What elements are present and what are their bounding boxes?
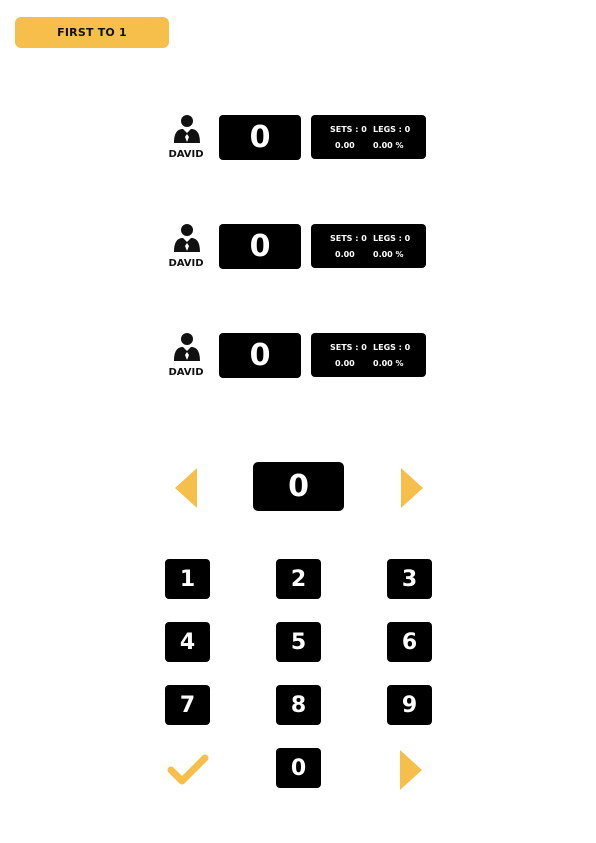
player-name: DAVID: [168, 149, 204, 160]
legs-label: LEGS : 0: [373, 125, 411, 134]
sets-label: SETS : 0: [330, 343, 367, 352]
player-score: 0: [219, 333, 301, 378]
player-score: 0: [219, 224, 301, 269]
arrow-right-icon[interactable]: [401, 468, 423, 512]
player-row: DAVID 0 SETS : 0 LEGS : 0 0.00 0.00 %: [160, 115, 430, 161]
legs-label: LEGS : 0: [373, 343, 411, 352]
legs-label: LEGS : 0: [373, 234, 411, 243]
player-row: DAVID 0 SETS : 0 LEGS : 0 0.00 0.00 %: [160, 333, 430, 379]
average-value: 0.00: [335, 141, 355, 150]
percent-value: 0.00 %: [373, 141, 404, 150]
key-0[interactable]: 0: [276, 748, 321, 788]
player-name: DAVID: [168, 367, 204, 378]
score-entry-display: 0: [253, 462, 344, 511]
checkmark-icon[interactable]: [167, 754, 209, 790]
key-6[interactable]: 6: [387, 622, 432, 662]
submit-arrow-icon[interactable]: [400, 750, 422, 794]
key-4[interactable]: 4: [165, 622, 210, 662]
key-1[interactable]: 1: [165, 559, 210, 599]
first-to-badge: FIRST TO 1: [15, 17, 169, 48]
key-3[interactable]: 3: [387, 559, 432, 599]
percent-value: 0.00 %: [373, 250, 404, 259]
player-stats: SETS : 0 LEGS : 0 0.00 0.00 %: [311, 224, 426, 268]
average-value: 0.00: [335, 359, 355, 368]
player-name: DAVID: [168, 258, 204, 269]
arrow-left-icon[interactable]: [175, 468, 197, 512]
sets-label: SETS : 0: [330, 234, 367, 243]
key-9[interactable]: 9: [387, 685, 432, 725]
percent-value: 0.00 %: [373, 359, 404, 368]
sets-label: SETS : 0: [330, 125, 367, 134]
player-row: DAVID 0 SETS : 0 LEGS : 0 0.00 0.00 %: [160, 224, 430, 270]
key-8[interactable]: 8: [276, 685, 321, 725]
key-2[interactable]: 2: [276, 559, 321, 599]
key-5[interactable]: 5: [276, 622, 321, 662]
key-7[interactable]: 7: [165, 685, 210, 725]
player-stats: SETS : 0 LEGS : 0 0.00 0.00 %: [311, 115, 426, 159]
player-stats: SETS : 0 LEGS : 0 0.00 0.00 %: [311, 333, 426, 377]
player-score: 0: [219, 115, 301, 160]
average-value: 0.00: [335, 250, 355, 259]
